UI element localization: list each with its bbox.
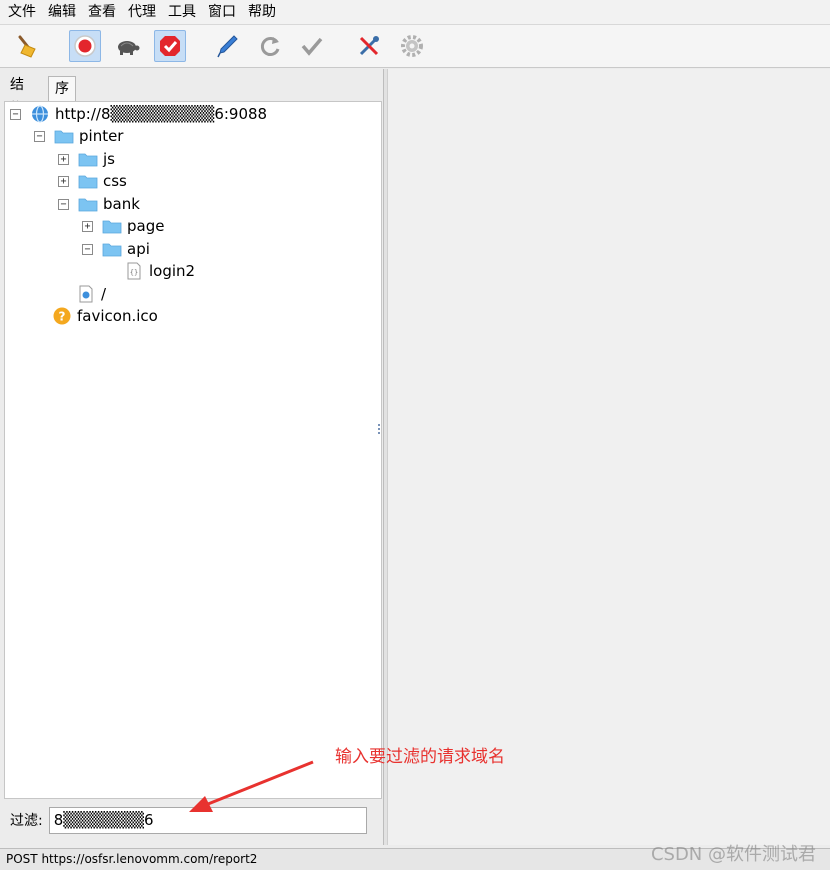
collapse-toggle[interactable]: − <box>58 198 69 210</box>
menu-window[interactable]: 窗口 <box>202 0 242 24</box>
record-icon <box>74 35 96 57</box>
tree-node-page[interactable]: + page <box>82 215 164 237</box>
menu-file[interactable]: 文件 <box>2 0 42 24</box>
tab-structure[interactable]: 结构 <box>4 73 30 117</box>
menu-tools[interactable]: 工具 <box>162 0 202 24</box>
svg-text:{}: {} <box>130 269 138 277</box>
collapse-toggle[interactable]: − <box>10 108 21 120</box>
tree-label: js <box>103 150 115 168</box>
tree-node-css[interactable]: + css <box>58 170 127 192</box>
menu-bar: 文件 编辑 查看 代理 工具 窗口 帮助 <box>0 0 830 24</box>
validate-button[interactable] <box>296 30 328 62</box>
tree-label: api <box>127 240 150 258</box>
folder-icon <box>78 172 98 190</box>
tree-label: http://8▒▒▒▒▒▒▒▒▒6:9088 <box>55 105 268 123</box>
tree-label: favicon.ico <box>77 307 158 325</box>
folder-icon <box>102 240 122 258</box>
tree-node-js[interactable]: + js <box>58 148 115 170</box>
tree-label: page <box>127 217 165 235</box>
menu-edit[interactable]: 编辑 <box>42 0 82 24</box>
breakpoint-icon <box>160 36 180 56</box>
expand-toggle[interactable]: + <box>58 175 69 187</box>
folder-icon <box>78 195 98 213</box>
throttle-turtle-icon <box>118 41 140 55</box>
menu-help[interactable]: 帮助 <box>242 0 282 24</box>
annotation-arrow <box>189 760 314 812</box>
html-page-icon <box>76 285 96 303</box>
tree-label: pinter <box>79 127 124 145</box>
settings-button[interactable] <box>396 30 428 62</box>
folder-icon <box>54 127 74 145</box>
folder-icon <box>102 217 122 235</box>
tree-node-root-path[interactable]: / <box>76 283 106 305</box>
tree-label: login2 <box>149 262 196 280</box>
tree-label: bank <box>103 195 140 213</box>
repeat-button[interactable] <box>254 30 286 62</box>
json-file-icon: {} <box>124 262 144 280</box>
globe-icon <box>30 105 50 123</box>
unknown-question-icon: ? <box>52 307 72 325</box>
repeat-icon <box>260 37 280 56</box>
edit-pen-icon <box>217 35 238 58</box>
compose-button[interactable] <box>211 30 243 62</box>
tools-icon <box>359 36 379 56</box>
menu-view[interactable]: 查看 <box>82 0 122 24</box>
folder-icon <box>78 150 98 168</box>
left-panel: 结构 序列 − http://8▒▒▒▒▒▒▒▒▒6:9088 − pinter… <box>0 69 384 845</box>
svg-text:?: ? <box>59 310 66 324</box>
tree-node-bank[interactable]: − bank <box>58 193 140 215</box>
annotation-text: 输入要过滤的请求域名 <box>335 747 505 767</box>
collapse-toggle[interactable]: − <box>82 243 93 255</box>
breakpoints-button[interactable] <box>154 30 186 62</box>
throttle-button[interactable] <box>111 30 143 62</box>
expand-toggle[interactable]: + <box>58 153 69 165</box>
validate-check-icon <box>301 37 323 56</box>
toolbar <box>0 24 830 68</box>
settings-gear-icon <box>401 35 423 57</box>
menu-proxy[interactable]: 代理 <box>122 0 162 24</box>
filter-label: 过滤: <box>10 813 43 829</box>
tree-label: css <box>103 172 127 190</box>
detail-panel <box>387 69 830 845</box>
clear-session-button[interactable] <box>10 30 42 62</box>
expand-toggle[interactable]: + <box>82 220 93 232</box>
broom-icon <box>18 35 36 58</box>
collapse-toggle[interactable]: − <box>34 130 45 142</box>
tree-node-login2[interactable]: {} login2 <box>124 260 195 282</box>
tools-button[interactable] <box>353 30 385 62</box>
tree-node-host[interactable]: − http://8▒▒▒▒▒▒▒▒▒6:9088 <box>10 103 267 125</box>
watermark: CSDN @软件测试君 <box>650 844 816 865</box>
structure-tree: − http://8▒▒▒▒▒▒▒▒▒6:9088 − pinter + js … <box>4 101 382 799</box>
tree-label: / <box>101 285 107 303</box>
record-button[interactable] <box>69 30 101 62</box>
tree-node-favicon[interactable]: ? favicon.ico <box>52 305 158 327</box>
splitter-grip[interactable] <box>378 424 380 434</box>
tree-node-pinter[interactable]: − pinter <box>34 125 123 147</box>
tab-sequence[interactable]: 序列 <box>48 76 76 121</box>
tree-node-api[interactable]: − api <box>82 238 150 260</box>
